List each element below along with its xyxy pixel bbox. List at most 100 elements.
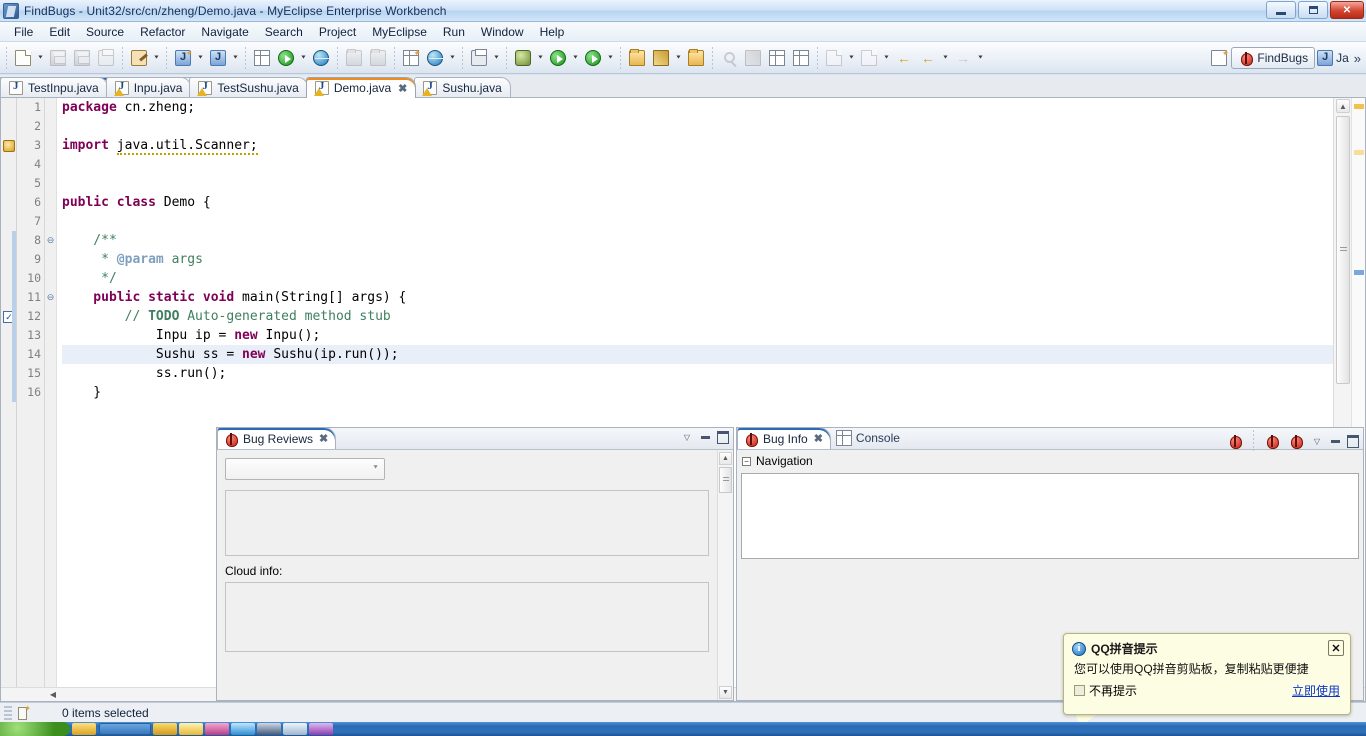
- build-dropdown-icon[interactable]: [151, 47, 162, 69]
- run-external-dropdown-icon[interactable]: [605, 47, 616, 69]
- taskbar-icon-active[interactable]: [179, 723, 203, 735]
- taskbar-icon[interactable]: [309, 723, 333, 735]
- db-refresh-icon[interactable]: [367, 47, 389, 69]
- warning-marker-icon[interactable]: [3, 140, 15, 152]
- bug-icon[interactable]: [1225, 432, 1245, 450]
- close-icon[interactable]: ✖: [319, 432, 328, 445]
- marker-icon[interactable]: [742, 47, 764, 69]
- search-icon[interactable]: [718, 47, 740, 69]
- bug-designation-combo[interactable]: [225, 458, 385, 480]
- taskbar-icon[interactable]: [205, 723, 229, 735]
- code-line[interactable]: import java.util.Scanner;: [62, 136, 1333, 155]
- outline-icon[interactable]: [766, 47, 788, 69]
- scroll-left-icon[interactable]: ◀: [46, 688, 60, 701]
- bug-comment-box[interactable]: [225, 490, 709, 556]
- code-line[interactable]: Sushu ss = new Sushu(ip.run());: [62, 345, 1333, 364]
- scroll-up-icon[interactable]: ▲: [1336, 99, 1350, 113]
- maximize-view-icon[interactable]: [716, 430, 730, 444]
- new-package-dropdown-icon[interactable]: [230, 47, 241, 69]
- taskbar-icon[interactable]: [283, 723, 307, 735]
- run-dropdown-icon[interactable]: [570, 47, 581, 69]
- menu-window[interactable]: Window: [473, 24, 532, 40]
- maximize-button[interactable]: [1298, 1, 1328, 19]
- code-line[interactable]: [62, 155, 1333, 174]
- bug-reviews-scrollbar[interactable]: ▲ ▼: [717, 451, 733, 700]
- close-icon[interactable]: ✖: [398, 82, 407, 95]
- forward-arrow-icon[interactable]: ←: [917, 47, 939, 69]
- menu-help[interactable]: Help: [532, 24, 573, 40]
- minimize-view-icon[interactable]: [1328, 434, 1342, 448]
- menu-run[interactable]: Run: [435, 24, 473, 40]
- close-icon[interactable]: ✖: [814, 432, 823, 445]
- code-line[interactable]: }: [62, 383, 1333, 402]
- menu-refactor[interactable]: Refactor: [132, 24, 193, 40]
- dont-show-again-checkbox[interactable]: [1074, 685, 1085, 696]
- pencil-icon[interactable]: [650, 47, 672, 69]
- new-class-dropdown-icon[interactable]: [195, 47, 206, 69]
- new-file-dropdown-icon[interactable]: [35, 47, 46, 69]
- run-external-icon[interactable]: [582, 47, 604, 69]
- debug-dropdown-icon[interactable]: [535, 47, 546, 69]
- maximize-view-icon[interactable]: [1346, 434, 1360, 448]
- report-icon[interactable]: ✦: [400, 47, 422, 69]
- forward-dropdown-icon[interactable]: [940, 47, 951, 69]
- bug-next-icon[interactable]: [1286, 432, 1306, 450]
- next-annotation-dropdown-icon[interactable]: [846, 47, 857, 69]
- editor-tab-demo[interactable]: Demo.java ✖: [305, 77, 417, 98]
- next-annotation-icon[interactable]: [823, 47, 845, 69]
- code-line[interactable]: // TODO Auto-generated method stub: [62, 307, 1333, 326]
- back-arrow-icon[interactable]: ←: [893, 47, 915, 69]
- use-now-link[interactable]: 立即使用: [1292, 682, 1340, 699]
- save-icon[interactable]: [47, 47, 69, 69]
- scroll-up-icon[interactable]: ▲: [719, 452, 732, 465]
- profile-icon[interactable]: [468, 47, 490, 69]
- close-button[interactable]: ✕: [1330, 1, 1364, 19]
- perspective-java[interactable]: Ja: [1315, 47, 1351, 69]
- warning-overview-mark[interactable]: [1354, 150, 1364, 155]
- menu-search[interactable]: Search: [257, 24, 311, 40]
- code-line[interactable]: public class Demo {: [62, 193, 1333, 212]
- taskbar-icon[interactable]: [72, 723, 96, 735]
- bug-prev-icon[interactable]: [1262, 432, 1282, 450]
- new-file-icon[interactable]: ✦: [12, 47, 34, 69]
- taskbar-item[interactable]: [99, 723, 151, 735]
- code-line[interactable]: [62, 117, 1333, 136]
- tab-console[interactable]: Console: [831, 427, 907, 449]
- new-class-icon[interactable]: ✦: [172, 47, 194, 69]
- prev-annotation-icon[interactable]: [858, 47, 880, 69]
- taskbar-icon[interactable]: [257, 723, 281, 735]
- taskbar-icon[interactable]: [153, 723, 177, 735]
- print-icon[interactable]: [95, 47, 117, 69]
- menu-project[interactable]: Project: [311, 24, 364, 40]
- fold-toggle-icon[interactable]: ⊖: [45, 288, 56, 307]
- code-line[interactable]: Inpu ip = new Inpu();: [62, 326, 1333, 345]
- run-server-icon[interactable]: [275, 47, 297, 69]
- prev-annotation-dropdown-icon[interactable]: [881, 47, 892, 69]
- annotation-ruler[interactable]: ✓: [1, 98, 17, 687]
- folding-ruler[interactable]: ⊖ ⊖: [45, 98, 57, 687]
- scroll-down-icon[interactable]: ▼: [719, 686, 732, 699]
- web-service-icon[interactable]: [424, 47, 446, 69]
- code-line[interactable]: [62, 212, 1333, 231]
- menu-file[interactable]: File: [6, 24, 41, 40]
- menu-edit[interactable]: Edit: [41, 24, 78, 40]
- open-type-icon[interactable]: [626, 47, 648, 69]
- debug-icon[interactable]: [512, 47, 534, 69]
- taskbar-icon[interactable]: [231, 723, 255, 735]
- scrollbar-thumb[interactable]: [719, 467, 732, 493]
- fold-toggle-icon[interactable]: ⊖: [45, 231, 56, 250]
- editor-tab-testsushu[interactable]: TestSushu.java: [189, 77, 308, 98]
- editor-tab-testinpu[interactable]: TestInpu.java: [0, 77, 108, 98]
- run-icon[interactable]: [547, 47, 569, 69]
- code-line[interactable]: /**: [62, 231, 1333, 250]
- globe-icon[interactable]: [310, 47, 332, 69]
- scrollbar-thumb[interactable]: [1336, 116, 1350, 384]
- minimize-button[interactable]: [1266, 1, 1296, 19]
- code-line[interactable]: * @param args: [62, 250, 1333, 269]
- perspective-overflow-icon[interactable]: »: [1351, 51, 1364, 66]
- next-edit-dropdown-icon[interactable]: [975, 47, 986, 69]
- perspective-findbugs[interactable]: FindBugs: [1231, 47, 1316, 69]
- hammer-icon[interactable]: [128, 47, 150, 69]
- folder-icon[interactable]: [685, 47, 707, 69]
- warning-overview-mark[interactable]: [1354, 104, 1364, 109]
